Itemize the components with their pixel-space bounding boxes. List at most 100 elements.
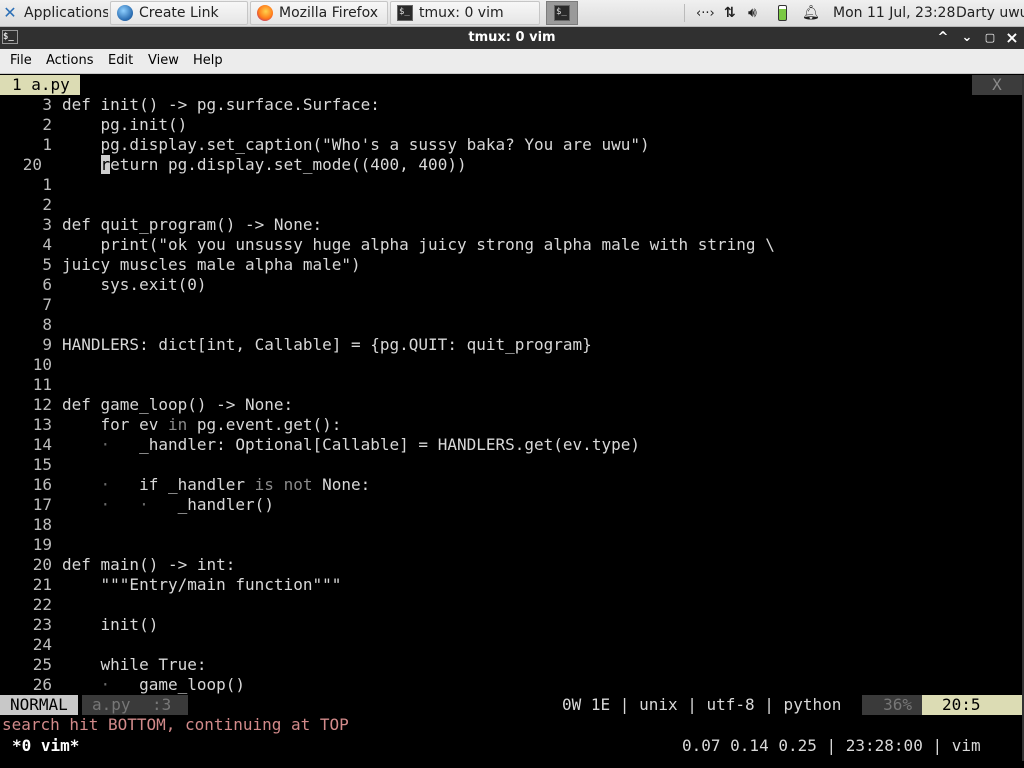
code-text: print("ok you unsussy huge alpha juicy s… <box>62 235 775 254</box>
chevron-down-icon[interactable]: ⌄ <box>958 29 976 47</box>
code-text: · _handler: Optional[Callable] = HANDLER… <box>100 435 640 454</box>
code-text: def main() -> int: <box>62 555 236 574</box>
taskbar-item-create-link[interactable]: Create Link <box>110 1 248 25</box>
line-number: 17 <box>32 495 52 514</box>
line-number: 23 <box>32 615 52 634</box>
taskbar-item-active-terminal[interactable]: $_ <box>546 1 578 25</box>
network-icon[interactable]: ‹··› <box>696 0 715 26</box>
vim-statusline: NORMAL a.py :3 0W 1E | unix | utf-8 | pyt… <box>0 695 1022 715</box>
tmux-statusbar: *0 vim* 0.07 0.14 0.25 | 23:28:00 | vim <box>0 735 1022 761</box>
minimize-button[interactable]: ^ <box>934 29 952 47</box>
line-number: 16 <box>32 475 52 494</box>
code-text: juicy muscles male alpha male") <box>62 255 361 274</box>
line-number: 21 <box>32 575 52 594</box>
applications-menu[interactable]: ✕ Applications <box>0 1 108 25</box>
terminal-icon: $_ <box>554 5 570 21</box>
bell-icon[interactable]: 🔔︎ <box>802 0 820 26</box>
line-number: 11 <box>32 375 52 394</box>
terminal-icon: $_ <box>397 5 413 21</box>
line-number: 12 <box>32 395 52 414</box>
vim-tab-a-py[interactable]: 1 a.py <box>0 75 80 95</box>
code-text: pg.init() <box>62 115 188 134</box>
code-text: sys.exit(0) <box>62 275 207 294</box>
code-text: HANDLERS: dict[int, Callable] = {pg.QUIT… <box>62 335 592 354</box>
line-number: 24 <box>32 635 52 654</box>
taskbar-item-label: Mozilla Firefox <box>279 5 379 21</box>
line-number: 3 <box>42 215 52 234</box>
vim-status-info: 0W 1E | unix | utf-8 | python <box>562 695 842 714</box>
line-number: 18 <box>32 515 52 534</box>
line-number: 1 <box>42 175 52 194</box>
line-number: 20 <box>22 155 42 174</box>
applications-label: Applications <box>24 5 108 21</box>
xfce-logo-icon: ✕ <box>3 3 17 22</box>
line-number: 19 <box>32 535 52 554</box>
line-number: 14 <box>32 435 52 454</box>
vim-status-percent: 36% <box>862 695 922 715</box>
clock[interactable]: Mon 11 Jul, 23:28 <box>833 0 955 26</box>
code-text: for ev in pg.event.get(): <box>62 415 342 434</box>
vim-tabline: 1 a.py X <box>0 75 1022 95</box>
line-number: 2 <box>42 115 52 134</box>
menu-help[interactable]: Help <box>193 53 223 68</box>
code-text: pg.display.set_caption("Who's a sussy ba… <box>62 135 650 154</box>
close-button[interactable]: × <box>1003 29 1021 47</box>
menu-edit[interactable]: Edit <box>108 53 133 68</box>
globe-icon <box>117 5 133 21</box>
taskbar-item-label: tmux: 0 vim <box>419 5 504 21</box>
code-text: def game_loop() -> None: <box>62 395 294 414</box>
code-text: init() <box>62 615 159 634</box>
line-number: 6 <box>42 275 52 294</box>
line-number: 2 <box>42 195 52 214</box>
status-position-text: 20:5 <box>942 695 981 714</box>
line-number: 10 <box>32 355 52 374</box>
window-titlebar[interactable]: $_ tmux: 0 vim ^ ⌄ ▢ × <box>0 27 1024 49</box>
status-percent-text: 36% <box>883 695 912 714</box>
taskbar-item-label: Create Link <box>139 5 219 21</box>
code-text: while True: <box>62 655 207 674</box>
vim-status-position: 20:5 <box>922 695 1022 715</box>
taskbar-item-firefox[interactable]: Mozilla Firefox <box>250 1 388 25</box>
line-number: 25 <box>32 655 52 674</box>
taskbar-item-tmux[interactable]: $_ tmux: 0 vim <box>390 1 540 25</box>
line-number: 22 <box>32 595 52 614</box>
tmux-status-right: 0.07 0.14 0.25 | 23:28:00 | vim <box>682 736 981 755</box>
code-text: · if _handler is not None: <box>100 475 371 494</box>
vim-status-file: a.py :3 <box>82 695 188 715</box>
maximize-button[interactable]: ▢ <box>981 29 999 47</box>
vim-mode: NORMAL <box>0 695 78 715</box>
firefox-icon <box>257 5 273 21</box>
status-file-name: a.py <box>92 695 131 714</box>
line-number: 4 <box>42 235 52 254</box>
tmux-window-tab[interactable]: *0 vim* <box>12 735 79 757</box>
line-number: 8 <box>42 315 52 334</box>
code-text: · game_loop() <box>100 675 246 694</box>
vim-message: search hit BOTTOM, continuing at TOP <box>2 715 349 734</box>
code-text: · · _handler() <box>100 495 274 514</box>
vim-tab-close-button[interactable]: X <box>972 75 1022 95</box>
code-text: return pg.display.set_mode((400, 400)) <box>100 155 467 174</box>
top-panel: ✕ Applications Create Link Mozilla Firef… <box>0 0 1024 27</box>
menu-view[interactable]: View <box>148 53 179 68</box>
line-number: 20 <box>32 555 52 574</box>
transfer-arrows-icon[interactable]: ⇅ <box>724 0 736 26</box>
line-number: 5 <box>42 255 52 274</box>
code-text: """Entry/main function""" <box>62 575 342 594</box>
line-number: 1 <box>42 135 52 154</box>
line-number: 3 <box>42 95 52 114</box>
status-file-info: :3 <box>152 695 172 714</box>
panel-separator <box>684 4 685 22</box>
code-text: def quit_program() -> None: <box>62 215 323 234</box>
terminal-area[interactable]: 1 a.py X 3 def init() -> pg.surface.Surfa… <box>0 75 1022 761</box>
line-number: 7 <box>42 295 52 314</box>
line-number: 13 <box>32 415 52 434</box>
battery-icon[interactable] <box>778 0 787 26</box>
window-title: tmux: 0 vim <box>468 30 556 45</box>
menu-file[interactable]: File <box>10 53 32 68</box>
menu-actions[interactable]: Actions <box>46 53 94 68</box>
line-number: 9 <box>42 335 52 354</box>
code-text: def init() -> pg.surface.Surface: <box>62 95 380 114</box>
user-menu[interactable]: Darty uwu <box>956 0 1024 26</box>
line-number: 15 <box>32 455 52 474</box>
volume-icon[interactable]: 🔊︎ <box>748 0 757 26</box>
